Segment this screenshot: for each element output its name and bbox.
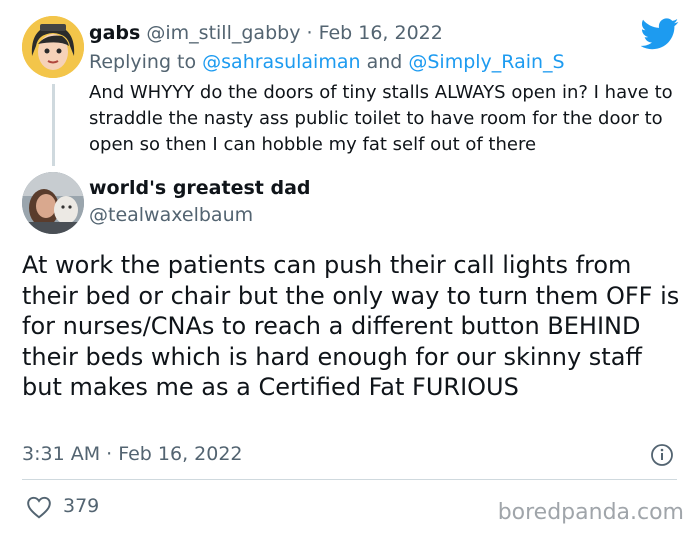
- reply-display-name[interactable]: gabs: [89, 22, 140, 44]
- reply-handle[interactable]: @im_still_gabby: [146, 22, 300, 44]
- tweet-timestamp[interactable]: 3:31 AM · Feb 16, 2022: [22, 443, 243, 465]
- avatar-worlds-greatest-dad[interactable]: [22, 172, 84, 234]
- reply-tweet-text: And WHYYY do the doors of tiny stalls AL…: [89, 82, 673, 155]
- watermark: boredpanda.com: [497, 500, 684, 525]
- mention-link-2[interactable]: @Simply_Rain_S: [408, 51, 564, 73]
- heart-icon[interactable]: [26, 495, 52, 519]
- like-count: 379: [63, 495, 100, 517]
- reply-date-separator: ·: [300, 22, 319, 44]
- reply-tweet-header: gabs @im_still_gabby · Feb 16, 2022: [89, 22, 443, 44]
- mention-link-1[interactable]: @sahrasulaiman: [202, 51, 360, 73]
- info-icon[interactable]: [650, 443, 674, 467]
- replying-and: and: [360, 51, 409, 73]
- replying-prefix: Replying to: [89, 51, 203, 73]
- divider: [22, 479, 677, 480]
- main-tweet-text: At work the patients can push their call…: [22, 251, 680, 401]
- main-display-name[interactable]: world's greatest dad: [89, 177, 311, 199]
- reply-date[interactable]: Feb 16, 2022: [319, 22, 443, 44]
- avatar-gabs[interactable]: [22, 16, 84, 78]
- thread-connector-line: [52, 84, 55, 166]
- main-handle[interactable]: @tealwaxelbaum: [89, 204, 253, 226]
- replying-to-line: Replying to @sahrasulaiman and @Simply_R…: [89, 51, 565, 73]
- twitter-bird-icon[interactable]: [640, 18, 679, 50]
